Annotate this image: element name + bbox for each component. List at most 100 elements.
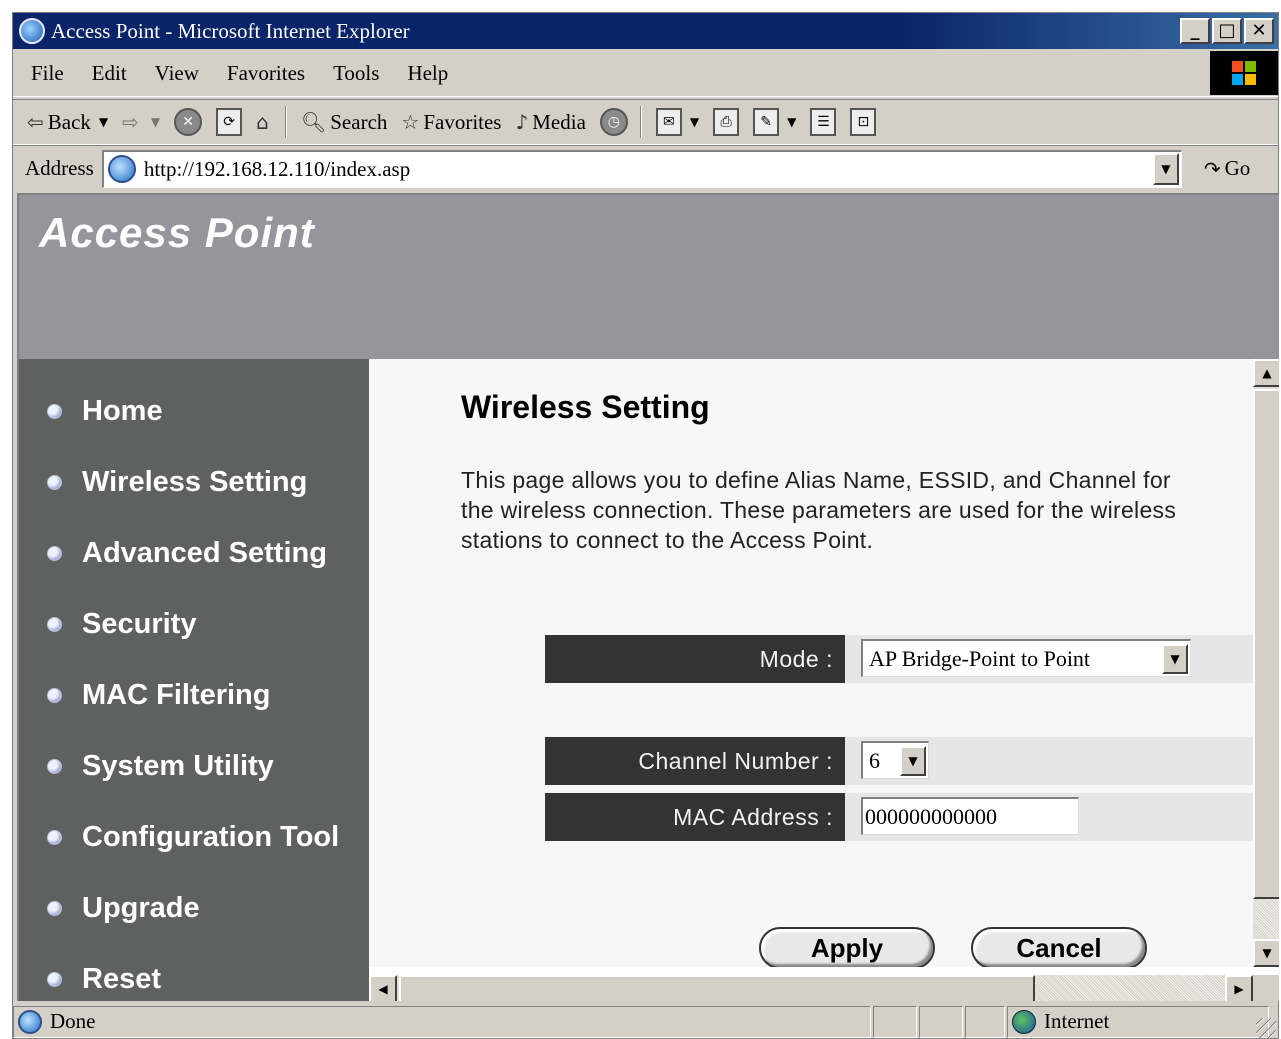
media-button[interactable]: ♪ Media xyxy=(515,110,585,135)
menu-file[interactable]: File xyxy=(31,61,64,86)
toolbar-separator xyxy=(639,106,642,138)
toolbar-separator xyxy=(284,106,287,138)
mac-address-input[interactable]: 000000000000 xyxy=(861,797,1079,835)
bullet-icon xyxy=(47,688,62,703)
favorites-button[interactable]: ☆ Favorites xyxy=(401,110,501,135)
chevron-down-icon[interactable]: ▼ xyxy=(900,745,926,776)
forward-button[interactable]: ⇨ ▼ xyxy=(122,110,160,134)
messenger-icon: ⊡ xyxy=(850,108,877,136)
media-label: Media xyxy=(532,109,586,134)
vertical-scroll-thumb[interactable] xyxy=(1253,389,1279,899)
favorites-icon: ☆ xyxy=(401,110,420,134)
mode-label: Mode : xyxy=(545,635,845,683)
status-cell xyxy=(919,1005,963,1038)
mail-dropdown-icon[interactable]: ▼ xyxy=(690,115,699,129)
menu-view[interactable]: View xyxy=(155,61,199,86)
go-arrow-icon: ↷ xyxy=(1203,156,1221,181)
history-icon: ◷ xyxy=(599,108,628,136)
forward-arrow-icon: ⇨ xyxy=(122,110,139,134)
sidebar-item-label: MAC Filtering xyxy=(82,679,271,711)
search-button[interactable]: 🔍︎ Search xyxy=(301,110,388,135)
bullet-icon xyxy=(47,972,62,987)
bullet-icon xyxy=(47,617,62,632)
page-title: Wireless Setting xyxy=(461,389,710,425)
chevron-down-icon[interactable]: ▼ xyxy=(1162,643,1188,674)
sidebar-item-label: System Utility xyxy=(82,750,274,782)
sidebar-item-label: Wireless Setting xyxy=(82,466,308,498)
forward-dropdown-icon[interactable]: ▼ xyxy=(151,115,160,129)
history-button[interactable]: ◷ xyxy=(599,108,628,136)
sidebar-item-advanced-setting[interactable]: Advanced Setting xyxy=(47,537,327,570)
maximize-button[interactable]: □ xyxy=(1212,18,1242,44)
bullet-icon xyxy=(47,759,62,774)
bullet-icon xyxy=(47,901,62,916)
main-content: Wireless Setting This page allows you to… xyxy=(369,359,1253,967)
home-icon: ⌂ xyxy=(256,110,269,134)
menu-bar: File Edit View Favorites Tools Help xyxy=(13,51,1278,97)
discuss-button[interactable]: ☰ xyxy=(810,108,837,136)
status-cell xyxy=(965,1005,1005,1038)
sidebar-item-upgrade[interactable]: Upgrade xyxy=(47,892,200,925)
zone-text: Internet xyxy=(1044,1009,1110,1033)
address-url[interactable]: http://192.168.12.110/index.asp xyxy=(144,157,1153,182)
sidebar-item-mac-filtering[interactable]: MAC Filtering xyxy=(47,679,271,712)
horizontal-scroll-thumb[interactable] xyxy=(399,975,1035,1001)
sidebar-item-wireless-setting[interactable]: Wireless Setting xyxy=(47,466,307,499)
media-icon: ♪ xyxy=(515,110,529,134)
menu-favorites[interactable]: Favorites xyxy=(227,61,305,86)
refresh-button[interactable]: ⟳ xyxy=(216,108,243,136)
edit-icon: ✎ xyxy=(753,108,780,136)
page-icon xyxy=(107,155,136,183)
sidebar-item-home[interactable]: Home xyxy=(47,395,163,428)
home-button[interactable]: ⌂ xyxy=(256,110,273,134)
apply-button[interactable]: Apply xyxy=(759,927,935,967)
sidebar-item-label: Security xyxy=(82,608,197,640)
address-dropdown-icon[interactable]: ▼ xyxy=(1152,153,1179,185)
horizontal-scrollbar[interactable]: ◀ ▶ xyxy=(369,975,1253,1001)
vertical-scrollbar[interactable]: ▲ ▼ xyxy=(1253,359,1279,967)
scroll-up-icon[interactable]: ▲ xyxy=(1253,359,1279,387)
back-arrow-icon: ⇦ xyxy=(27,110,44,134)
stop-button[interactable]: ✕ xyxy=(174,108,203,136)
favorites-label: Favorites xyxy=(423,109,502,134)
sidebar-item-configuration-tool[interactable]: Configuration Tool xyxy=(47,821,339,854)
sidebar-item-label: Configuration Tool xyxy=(82,821,340,853)
status-text-cell: Done xyxy=(13,1005,871,1038)
status-text: Done xyxy=(50,1009,96,1033)
scroll-right-icon[interactable]: ▶ xyxy=(1225,975,1253,1001)
sidebar-item-security[interactable]: Security xyxy=(47,608,196,641)
header-banner: Access Point xyxy=(19,195,1279,359)
back-dropdown-icon[interactable]: ▼ xyxy=(99,115,108,129)
cancel-button[interactable]: Cancel xyxy=(971,927,1147,967)
bullet-icon xyxy=(47,830,62,845)
scroll-left-icon[interactable]: ◀ xyxy=(369,975,397,1001)
resize-grip-icon[interactable] xyxy=(1256,1018,1276,1038)
menu-help[interactable]: Help xyxy=(407,61,448,86)
menu-tools[interactable]: Tools xyxy=(333,61,379,86)
close-button[interactable]: ✕ xyxy=(1244,18,1274,44)
edit-dropdown-icon[interactable]: ▼ xyxy=(787,115,796,129)
scrollbar-corner xyxy=(1253,975,1279,1001)
messenger-button[interactable]: ⊡ xyxy=(850,108,877,136)
sidebar-item-reset[interactable]: Reset xyxy=(47,963,161,996)
menu-edit[interactable]: Edit xyxy=(92,61,127,86)
sidebar-item-system-utility[interactable]: System Utility xyxy=(47,750,274,783)
scroll-down-icon[interactable]: ▼ xyxy=(1253,939,1279,967)
discuss-icon: ☰ xyxy=(810,108,837,136)
mail-button[interactable]: ✉ ▼ xyxy=(655,108,699,136)
stop-icon: ✕ xyxy=(174,108,203,136)
back-button[interactable]: ⇦ Back ▼ xyxy=(27,110,108,135)
status-cell xyxy=(873,1005,917,1038)
zone-cell: Internet xyxy=(1007,1005,1269,1038)
address-input[interactable]: http://192.168.12.110/index.asp ▼ xyxy=(101,149,1182,188)
channel-select[interactable]: 6 ▼ xyxy=(861,741,929,779)
mode-select[interactable]: AP Bridge-Point to Point ▼ xyxy=(861,639,1191,677)
sidebar-item-label: Advanced Setting xyxy=(82,537,327,569)
edit-button[interactable]: ✎ ▼ xyxy=(753,108,796,136)
toolbar: ⇦ Back ▼ ⇨ ▼ ✕ ⟳ ⌂ 🔍︎ Search ☆ Favorites… xyxy=(13,99,1278,145)
sidebar-nav: Home Wireless Setting Advanced Setting S… xyxy=(19,359,369,1001)
browser-window: Access Point - Microsoft Internet Explor… xyxy=(12,12,1279,1039)
go-button[interactable]: ↷ Go xyxy=(1204,156,1250,181)
print-button[interactable]: ⎙ xyxy=(713,108,740,136)
minimize-button[interactable]: _ xyxy=(1180,18,1210,44)
